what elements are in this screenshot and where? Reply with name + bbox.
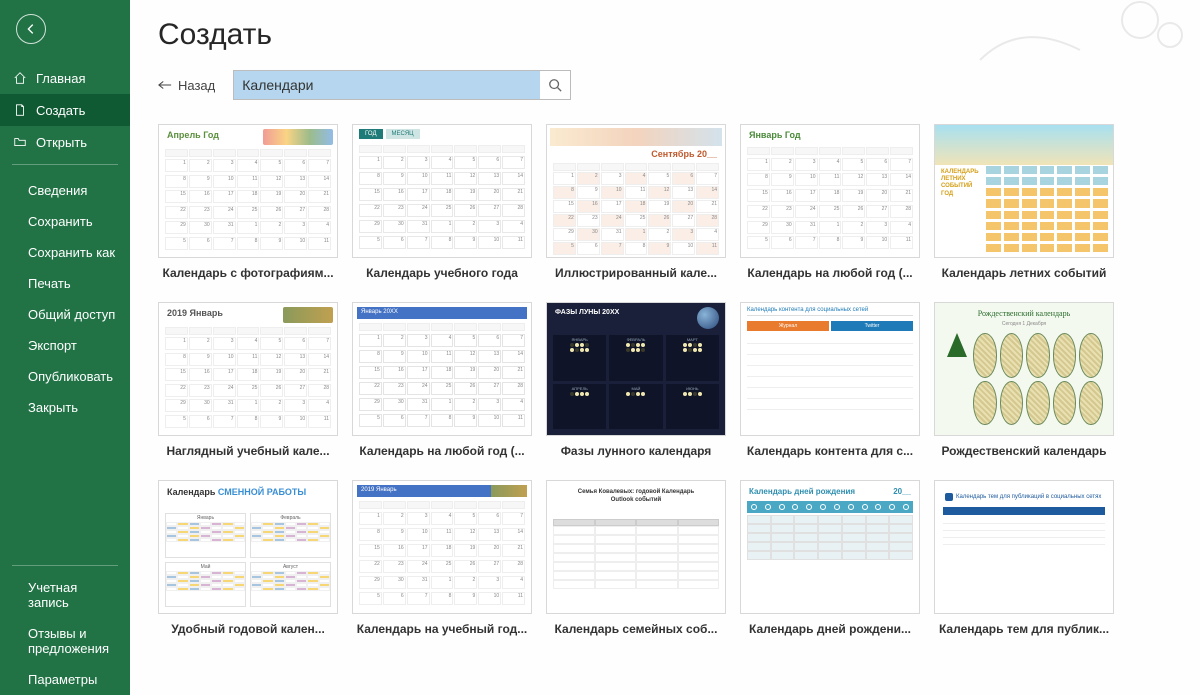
- template-thumb: Календарь дней рождения 20__: [740, 480, 920, 614]
- template-thumb: 2019 Январь 1234567891011121314151617181…: [158, 302, 338, 436]
- nav-options[interactable]: Параметры: [0, 664, 130, 695]
- template-label: Календарь с фотографиям...: [158, 266, 338, 280]
- template-label: Календарь на любой год (...: [352, 444, 532, 458]
- template-card[interactable]: Январь 20XX 1234567891011121314151617181…: [352, 302, 532, 458]
- template-card[interactable]: Календарь контента для социальных сетей …: [740, 302, 920, 458]
- nav-info[interactable]: Сведения: [0, 175, 130, 206]
- template-card[interactable]: Календарь тем для публикаций в социальны…: [934, 480, 1114, 636]
- search-back-label: Назад: [178, 78, 215, 93]
- template-card[interactable]: Сентябрь 20__ 12345678910111213141516171…: [546, 124, 726, 280]
- template-card[interactable]: Рождественский календарь Сегодня 1 Декаб…: [934, 302, 1114, 458]
- back-button[interactable]: [16, 14, 46, 44]
- template-label: Календарь тем для публик...: [934, 622, 1114, 636]
- nav-open-label: Открыть: [36, 135, 87, 150]
- nav-account[interactable]: Учетная запись: [0, 572, 130, 618]
- search-row: Назад: [158, 70, 1172, 100]
- template-thumb: Календарь тем для публикаций в социальны…: [934, 480, 1114, 614]
- nav-feedback[interactable]: Отзывы и предложения: [0, 618, 130, 664]
- template-thumb: Январь 20XX 1234567891011121314151617181…: [352, 302, 532, 436]
- template-thumb: Календарь контента для социальных сетей …: [740, 302, 920, 436]
- nav-open[interactable]: Открыть: [0, 126, 130, 158]
- nav-primary: Главная Создать Открыть: [0, 62, 130, 158]
- new-file-icon: [12, 102, 28, 118]
- nav-home[interactable]: Главная: [0, 62, 130, 94]
- template-label: Календарь летних событий: [934, 266, 1114, 280]
- template-card[interactable]: Январь Год 12345678910111213141516171819…: [740, 124, 920, 280]
- template-grid: Апрель Год 12345678910111213141516171819…: [158, 124, 1172, 656]
- nav-print[interactable]: Печать: [0, 268, 130, 299]
- template-thumb: Январь Год 12345678910111213141516171819…: [740, 124, 920, 258]
- christmas-tree-icon: [947, 333, 967, 357]
- nav-save[interactable]: Сохранить: [0, 206, 130, 237]
- template-thumb: КАЛЕНДАРЬ ЛЕТНИХ СОБЫТИЙ ГОД: [934, 124, 1114, 258]
- folder-open-icon: [12, 134, 28, 150]
- nav-new-label: Создать: [36, 103, 85, 118]
- template-label: Наглядный учебный кале...: [158, 444, 338, 458]
- nav-share[interactable]: Общий доступ: [0, 299, 130, 330]
- nav-publish[interactable]: Опубликовать: [0, 361, 130, 392]
- template-card[interactable]: Календарь СМЕННОЙ РАБОТЫ Январь Февраль …: [158, 480, 338, 636]
- nav-close[interactable]: Закрыть: [0, 392, 130, 423]
- template-label: Календарь дней рождени...: [740, 622, 920, 636]
- nav-save-as[interactable]: Сохранить как: [0, 237, 130, 268]
- template-label: Фазы лунного календаря: [546, 444, 726, 458]
- template-label: Рождественский календарь: [934, 444, 1114, 458]
- template-thumb: ГОД МЕСЯЦ 123456789101112131415161718192…: [352, 124, 532, 258]
- search-back-link[interactable]: Назад: [158, 78, 215, 93]
- template-label: Календарь учебного года: [352, 266, 532, 280]
- nav-home-label: Главная: [36, 71, 85, 86]
- template-thumb: Семья Ковалевых: годовой Календарь Outlo…: [546, 480, 726, 614]
- template-card[interactable]: Семья Ковалевых: годовой Календарь Outlo…: [546, 480, 726, 636]
- template-thumb: 2019 Январь 1234567891011121314151617181…: [352, 480, 532, 614]
- template-card[interactable]: 2019 Январь 1234567891011121314151617181…: [158, 302, 338, 458]
- template-card[interactable]: Апрель Год 12345678910111213141516171819…: [158, 124, 338, 280]
- template-label: Иллюстрированный кале...: [546, 266, 726, 280]
- template-thumb: Апрель Год 12345678910111213141516171819…: [158, 124, 338, 258]
- template-card[interactable]: ФАЗЫ ЛУНЫ 20XX ЯНВАРЬ ФЕВРАЛЬ МАРТ АПРЕЛ…: [546, 302, 726, 458]
- divider: [12, 164, 118, 165]
- template-card[interactable]: ГОД МЕСЯЦ 123456789101112131415161718192…: [352, 124, 532, 280]
- main-content: Создать Назад Апрель Год 123456789101112…: [130, 0, 1200, 695]
- template-card[interactable]: КАЛЕНДАРЬ ЛЕТНИХ СОБЫТИЙ ГОД Календарь л…: [934, 124, 1114, 280]
- template-label: Календарь контента для с...: [740, 444, 920, 458]
- template-card[interactable]: 2019 Январь 1234567891011121314151617181…: [352, 480, 532, 636]
- nav-bottom: Учетная запись Отзывы и предложения Пара…: [0, 565, 130, 695]
- template-label: Календарь семейных соб...: [546, 622, 726, 636]
- nav-export[interactable]: Экспорт: [0, 330, 130, 361]
- template-card[interactable]: Календарь дней рождения 20__ Календарь д…: [740, 480, 920, 636]
- arrow-left-icon: [24, 22, 38, 36]
- backstage-sidebar: Главная Создать Открыть Сведения Сохрани…: [0, 0, 130, 695]
- home-icon: [12, 70, 28, 86]
- moon-icon: [697, 307, 719, 329]
- template-thumb: Рождественский календарь Сегодня 1 Декаб…: [934, 302, 1114, 436]
- search-box: [233, 70, 571, 100]
- divider: [12, 565, 118, 566]
- nav-new[interactable]: Создать: [0, 94, 130, 126]
- search-icon: [548, 78, 562, 92]
- template-thumb: ФАЗЫ ЛУНЫ 20XX ЯНВАРЬ ФЕВРАЛЬ МАРТ АПРЕЛ…: [546, 302, 726, 436]
- template-label: Удобный годовой кален...: [158, 622, 338, 636]
- arrow-left-icon: [158, 80, 172, 90]
- template-label: Календарь на учебный год...: [352, 622, 532, 636]
- nav-secondary: Сведения Сохранить Сохранить как Печать …: [0, 175, 130, 423]
- search-input[interactable]: [234, 71, 540, 99]
- template-label: Календарь на любой год (...: [740, 266, 920, 280]
- search-button[interactable]: [540, 71, 570, 99]
- template-thumb: Календарь СМЕННОЙ РАБОТЫ Январь Февраль …: [158, 480, 338, 614]
- template-thumb: Сентябрь 20__ 12345678910111213141516171…: [546, 124, 726, 258]
- page-title: Создать: [158, 18, 1172, 52]
